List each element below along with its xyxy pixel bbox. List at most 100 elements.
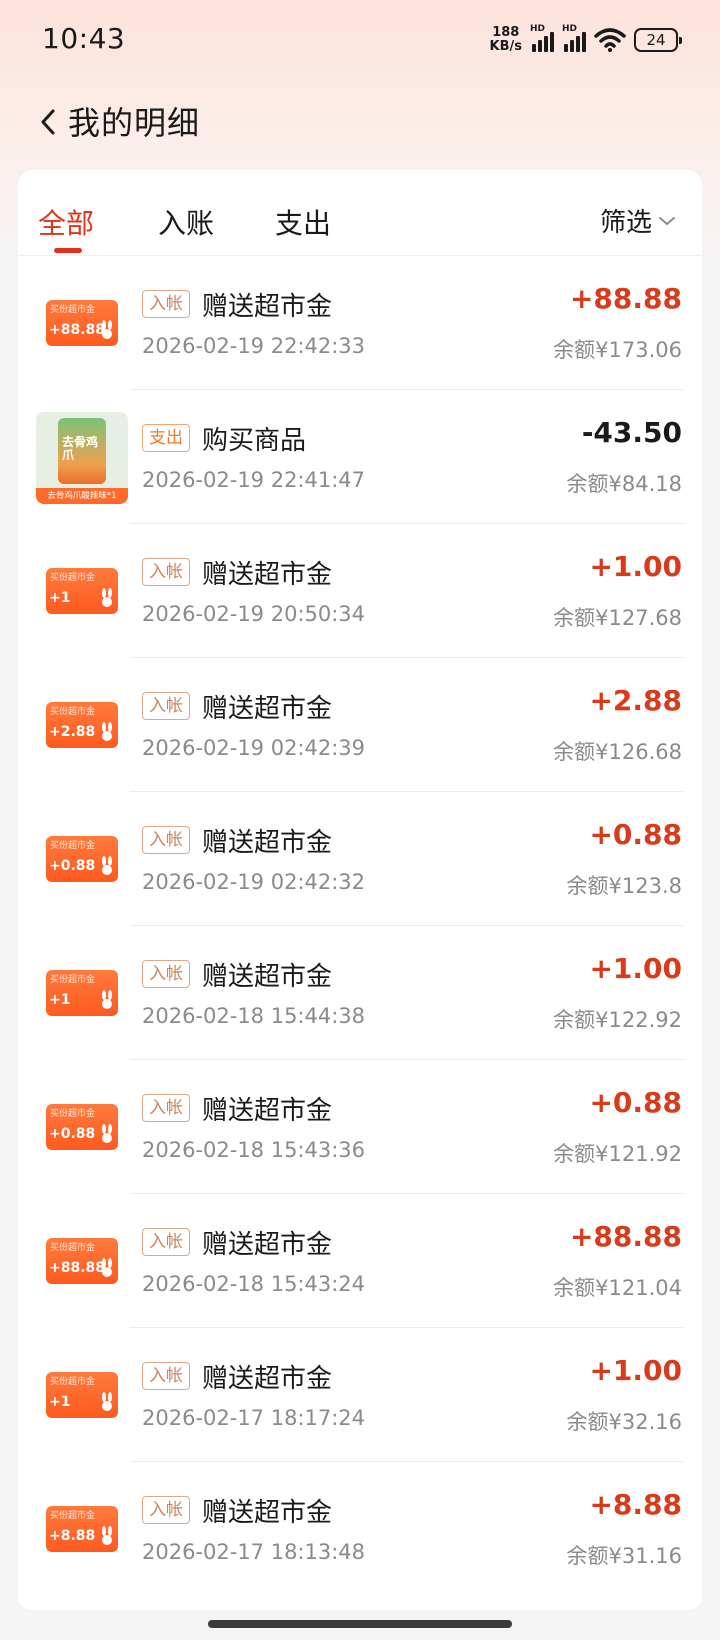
badge-caption: 买份超市金 — [50, 1109, 96, 1119]
transaction-title: 赠送超市金 — [202, 292, 333, 322]
back-button[interactable] — [28, 94, 68, 150]
transaction-row[interactable]: 买份超市金 +1 入帐 赠送超市金 2026-02-18 15:44:38 +1… — [18, 926, 702, 1060]
transaction-amount: +0.88 — [589, 818, 682, 851]
badge-amount: +1 — [49, 1394, 71, 1410]
badge-amount: +2.88 — [49, 724, 96, 740]
transaction-row[interactable]: 买份超市金 +1 入帐 赠送超市金 2026-02-19 20:50:34 +1… — [18, 524, 702, 658]
tab-bar: 全部 入账 支出 筛选 — [18, 170, 702, 256]
badge-amount: +0.88 — [49, 858, 96, 874]
transactions-card: 全部 入账 支出 筛选 买份超市金 +88.88 入帐 赠送超市金 2026-0… — [18, 170, 702, 1610]
transaction-row[interactable]: 买份超市金 +8.88 入帐 赠送超市金 2026-02-17 18:13:48… — [18, 1462, 702, 1596]
supermarket-credit-badge: 买份超市金 +0.88 — [46, 1104, 118, 1150]
transaction-type-tag: 入帐 — [142, 1496, 190, 1524]
network-speed: 188 KB/s — [489, 25, 522, 54]
badge-caption: 买份超市金 — [50, 841, 96, 851]
transaction-row[interactable]: 买份超市金 +88.88 入帐 赠送超市金 2026-02-19 22:42:3… — [18, 256, 702, 390]
filter-button[interactable]: 筛选 — [600, 202, 676, 239]
transaction-time: 2026-02-19 02:42:32 — [142, 870, 366, 894]
status-bar: 10:43 188 KB/s HD HD 24 — [0, 0, 720, 80]
transaction-title: 赠送超市金 — [202, 1096, 333, 1126]
product-image: 去骨鸡爪 去骨鸡爪酸辣味*1 — [36, 412, 128, 504]
transaction-row[interactable]: 买份超市金 +0.88 入帐 赠送超市金 2026-02-19 02:42:32… — [18, 792, 702, 926]
bunny-icon — [102, 1526, 112, 1545]
transaction-time: 2026-02-19 20:50:34 — [142, 602, 366, 626]
home-indicator[interactable] — [208, 1620, 512, 1628]
transaction-title: 赠送超市金 — [202, 962, 333, 992]
tab-income[interactable]: 入账 — [158, 202, 214, 242]
header: 我的明细 — [0, 80, 720, 170]
badge-amount: +1 — [49, 590, 71, 606]
transaction-time: 2026-02-18 15:44:38 — [142, 1004, 366, 1028]
transaction-title: 赠送超市金 — [202, 694, 333, 724]
transaction-title: 赠送超市金 — [202, 828, 333, 858]
bunny-icon — [102, 1392, 112, 1411]
tab-all[interactable]: 全部 — [38, 202, 94, 242]
battery-icon: 24 — [634, 28, 682, 52]
status-time: 10:43 — [42, 22, 126, 55]
filter-label: 筛选 — [599, 208, 652, 238]
transaction-title: 赠送超市金 — [202, 1364, 333, 1394]
bunny-icon — [102, 990, 112, 1009]
supermarket-credit-badge: 买份超市金 +1 — [46, 568, 118, 614]
supermarket-credit-badge: 买份超市金 +0.88 — [46, 836, 118, 882]
transaction-amount: +0.88 — [589, 1086, 682, 1119]
product-caption: 去骨鸡爪酸辣味*1 — [36, 488, 128, 504]
transaction-amount: +8.88 — [589, 1488, 682, 1521]
transaction-time: 2026-02-17 18:13:48 — [142, 1540, 366, 1564]
transaction-balance: 余额¥84.18 — [566, 472, 682, 496]
transaction-title: 购买商品 — [202, 426, 307, 456]
transaction-amount: +88.88 — [569, 1220, 682, 1253]
product-can-text: 去骨鸡爪 — [62, 435, 99, 462]
badge-amount: +8.88 — [49, 1528, 96, 1544]
bunny-icon — [102, 1124, 112, 1143]
transaction-balance: 余额¥173.06 — [553, 338, 682, 362]
transaction-balance: 余额¥127.68 — [553, 606, 682, 630]
transaction-time: 2026-02-18 15:43:36 — [142, 1138, 366, 1162]
transaction-list: 买份超市金 +88.88 入帐 赠送超市金 2026-02-19 22:42:3… — [18, 256, 702, 1596]
badge-caption: 买份超市金 — [50, 1243, 96, 1253]
bunny-icon — [102, 320, 112, 339]
transaction-amount: +1.00 — [589, 550, 682, 583]
wifi-icon — [594, 28, 626, 52]
transaction-type-tag: 支出 — [142, 424, 190, 452]
supermarket-credit-badge: 买份超市金 +8.88 — [46, 1506, 118, 1552]
chevron-left-icon — [41, 109, 55, 135]
tab-underline — [54, 248, 82, 253]
transaction-amount: +1.00 — [589, 952, 682, 985]
chevron-down-icon — [659, 216, 675, 225]
transaction-row[interactable]: 买份超市金 +88.88 入帐 赠送超市金 2026-02-18 15:43:2… — [18, 1194, 702, 1328]
badge-amount: +88.88 — [49, 1260, 106, 1276]
tab-expense[interactable]: 支出 — [275, 202, 331, 242]
transaction-time: 2026-02-17 18:17:24 — [142, 1406, 366, 1430]
transaction-row[interactable]: 去骨鸡爪 去骨鸡爪酸辣味*1 支出 购买商品 2026-02-19 22:41:… — [18, 390, 702, 524]
status-icons: 188 KB/s HD HD 24 — [489, 24, 682, 56]
transaction-amount: -43.50 — [581, 416, 682, 449]
transaction-balance: 余额¥123.8 — [566, 874, 682, 898]
transaction-row[interactable]: 买份超市金 +1 入帐 赠送超市金 2026-02-17 18:17:24 +1… — [18, 1328, 702, 1462]
badge-caption: 买份超市金 — [50, 975, 96, 985]
supermarket-credit-badge: 买份超市金 +88.88 — [46, 300, 118, 346]
badge-caption: 买份超市金 — [50, 707, 96, 717]
badge-amount: +88.88 — [49, 322, 106, 338]
transaction-type-tag: 入帐 — [142, 826, 190, 854]
transaction-balance: 余额¥122.92 — [553, 1008, 682, 1032]
transaction-amount: +1.00 — [589, 1354, 682, 1387]
bunny-icon — [102, 722, 112, 741]
supermarket-credit-badge: 买份超市金 +1 — [46, 1372, 118, 1418]
transaction-time: 2026-02-19 02:42:39 — [142, 736, 366, 760]
transaction-time: 2026-02-18 15:43:24 — [142, 1272, 366, 1296]
badge-amount: +0.88 — [49, 1126, 96, 1142]
transaction-type-tag: 入帐 — [142, 290, 190, 318]
supermarket-credit-badge: 买份超市金 +1 — [46, 970, 118, 1016]
transaction-row[interactable]: 买份超市金 +2.88 入帐 赠送超市金 2026-02-19 02:42:39… — [18, 658, 702, 792]
transaction-title: 赠送超市金 — [202, 560, 333, 590]
transaction-title: 赠送超市金 — [202, 1230, 333, 1260]
transaction-type-tag: 入帐 — [142, 1094, 190, 1122]
transaction-balance: 余额¥32.16 — [566, 1410, 682, 1434]
transaction-row[interactable]: 买份超市金 +0.88 入帐 赠送超市金 2026-02-18 15:43:36… — [18, 1060, 702, 1194]
transaction-type-tag: 入帐 — [142, 558, 190, 586]
transaction-time: 2026-02-19 22:42:33 — [142, 334, 366, 358]
signal-icon: HD — [562, 24, 586, 52]
badge-caption: 买份超市金 — [50, 1377, 96, 1387]
transaction-type-tag: 入帐 — [142, 692, 190, 720]
